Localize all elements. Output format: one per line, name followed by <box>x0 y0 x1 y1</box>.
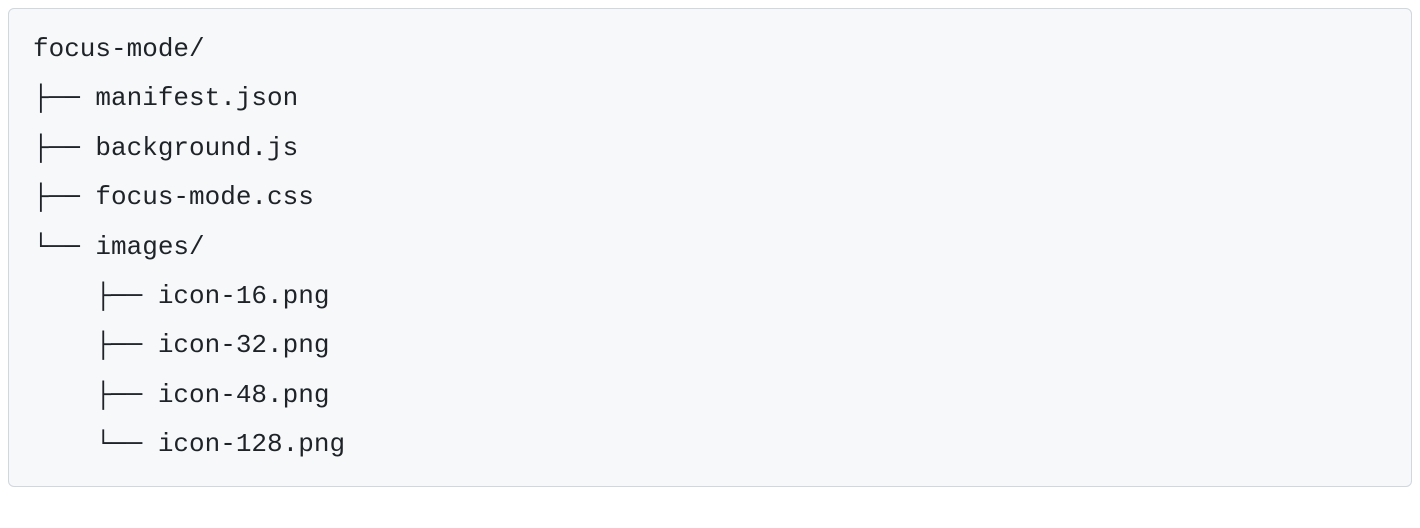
tree-line: ├── manifest.json <box>33 74 1387 123</box>
tree-line: ├── focus-mode.css <box>33 173 1387 222</box>
directory-tree-block: focus-mode/├── manifest.json├── backgrou… <box>8 8 1412 487</box>
tree-line: focus-mode/ <box>33 25 1387 74</box>
tree-line: └── icon-128.png <box>33 420 1387 469</box>
tree-line: └── images/ <box>33 223 1387 272</box>
tree-line: ├── icon-32.png <box>33 321 1387 370</box>
tree-line: ├── icon-16.png <box>33 272 1387 321</box>
tree-line: ├── background.js <box>33 124 1387 173</box>
tree-line: ├── icon-48.png <box>33 371 1387 420</box>
